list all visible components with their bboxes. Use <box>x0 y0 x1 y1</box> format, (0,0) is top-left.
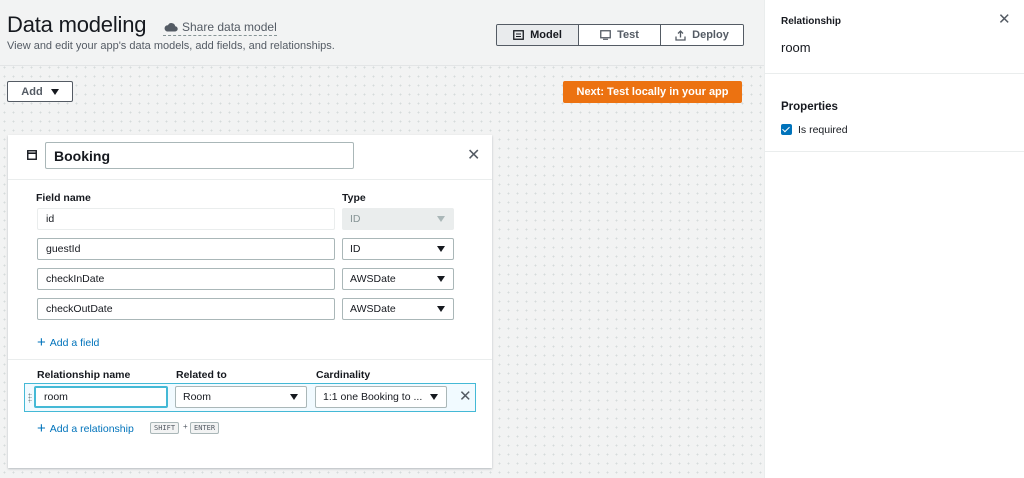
caret-down-icon <box>50 88 59 95</box>
page-header: Data modeling Share data model View and … <box>0 0 764 66</box>
field-type-select-guestid[interactable]: ID <box>342 238 454 260</box>
related-to-header: Related to <box>176 369 227 381</box>
type-header: Type <box>342 192 366 204</box>
main-canvas: Data modeling Share data model View and … <box>0 0 764 478</box>
cardinality-value: 1:1 one Booking to ... <box>323 391 423 403</box>
enter-key-badge: ENTER <box>190 422 220 434</box>
share-data-model-link[interactable]: Share data model <box>163 20 277 36</box>
relationship-side-panel: Relationship ✕ room Properties Is requir… <box>764 0 1024 478</box>
add-relationship-link[interactable]: + Add a relationship <box>37 421 134 436</box>
caret-down-icon <box>437 276 445 282</box>
caret-down-icon <box>437 306 445 312</box>
caret-down-icon <box>437 216 445 222</box>
tab-deploy[interactable]: Deploy <box>661 25 743 45</box>
field-type-select-checkoutdate[interactable]: AWSDate <box>342 298 454 320</box>
page-title: Data modeling <box>7 12 147 37</box>
view-segmented-control: Model Test Deploy <box>496 24 744 46</box>
tab-test[interactable]: Test <box>579 25 661 45</box>
plus-icon: + <box>37 420 46 437</box>
field-type-select-id[interactable]: ID <box>342 208 454 230</box>
field-name-input-guestid[interactable]: guestId <box>37 238 335 260</box>
tab-deploy-label: Deploy <box>692 29 729 41</box>
field-type-value: ID <box>350 213 361 225</box>
field-type-value: AWSDate <box>350 303 396 315</box>
relationship-name-header: Relationship name <box>37 369 131 381</box>
shortcut-plus: + <box>183 422 188 431</box>
field-name-input-checkoutdate[interactable]: checkOutDate <box>37 298 335 320</box>
tab-model[interactable]: Model <box>497 25 579 45</box>
next-test-locally-button[interactable]: Next: Test locally in your app <box>563 81 742 103</box>
close-icon[interactable]: ✕ <box>467 148 480 164</box>
field-type-value: ID <box>350 243 361 255</box>
cloud-icon <box>164 23 178 32</box>
caret-down-icon <box>437 246 445 252</box>
table-icon <box>27 150 37 160</box>
field-name-input-id[interactable]: id <box>37 208 335 230</box>
caret-down-icon <box>290 394 298 400</box>
panel-relationship-name: room <box>781 40 811 55</box>
relationship-row: room Room 1:1 one Booking to ... ✕ <box>24 383 476 412</box>
is-required-checkbox[interactable] <box>781 124 792 135</box>
panel-title: Relationship <box>781 16 842 27</box>
related-to-select[interactable]: Room <box>175 386 307 408</box>
test-icon <box>600 30 611 40</box>
relationship-name-input[interactable]: room <box>34 386 168 408</box>
model-icon <box>513 30 525 40</box>
tab-model-label: Model <box>530 29 562 41</box>
tab-test-label: Test <box>617 29 639 41</box>
properties-heading: Properties <box>781 101 838 113</box>
fields-section: Field name Type id ID guestId ID checkIn… <box>8 179 492 360</box>
close-icon[interactable]: ✕ <box>998 12 1011 27</box>
page-subtitle: View and edit your app's data models, ad… <box>7 40 335 52</box>
add-dropdown-button[interactable]: Add <box>7 81 73 102</box>
plus-icon: + <box>37 334 46 351</box>
field-name-input-checkindate[interactable]: checkInDate <box>37 268 335 290</box>
add-field-link[interactable]: + Add a field <box>37 335 99 350</box>
remove-relationship-icon[interactable]: ✕ <box>459 389 472 404</box>
related-to-value: Room <box>183 391 212 403</box>
shift-key-badge: SHIFT <box>150 422 180 434</box>
drag-handle-icon[interactable] <box>28 393 32 403</box>
divider <box>765 73 1024 74</box>
caret-down-icon <box>430 394 438 400</box>
divider <box>765 151 1024 152</box>
deploy-icon <box>675 29 686 41</box>
share-data-model-label: Share data model <box>182 20 277 34</box>
field-name-header: Field name <box>36 192 91 204</box>
field-type-select-checkindate[interactable]: AWSDate <box>342 268 454 290</box>
cardinality-header: Cardinality <box>316 369 371 381</box>
cardinality-select[interactable]: 1:1 one Booking to ... <box>315 386 447 408</box>
add-field-label: Add a field <box>49 336 100 349</box>
is-required-label: Is required <box>798 124 848 136</box>
add-relationship-label: Add a relationship <box>49 422 134 435</box>
field-type-value: AWSDate <box>350 273 396 285</box>
add-button-label: Add <box>21 85 43 98</box>
model-card: Booking ✕ Field name Type id ID guestId … <box>8 135 492 468</box>
model-name-input[interactable]: Booking <box>45 142 354 169</box>
